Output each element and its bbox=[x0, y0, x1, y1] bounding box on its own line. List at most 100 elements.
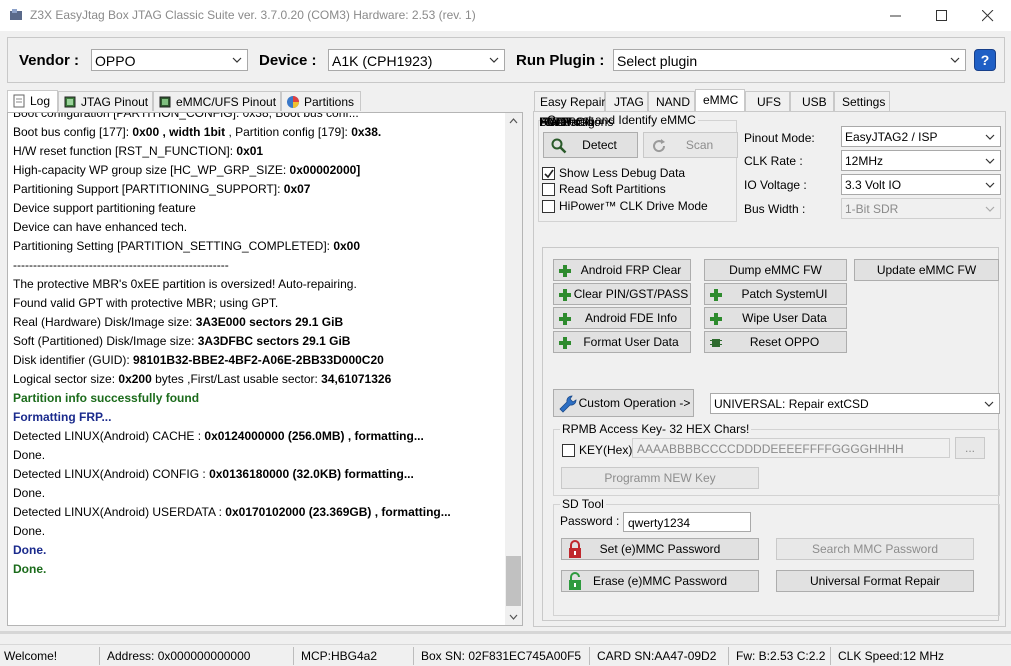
log-line-partial: Boot configuration [PARTITION_CONFIG]: 0… bbox=[13, 112, 359, 120]
tab-usb[interactable]: USB bbox=[790, 91, 834, 111]
erase-emmc-password-button[interactable]: Erase (e)MMC Password bbox=[561, 570, 759, 592]
pie-chart-icon bbox=[287, 96, 299, 108]
chevron-down-icon bbox=[985, 206, 995, 212]
format-user-data-button[interactable]: Format User Data bbox=[553, 331, 691, 353]
plugin-select[interactable]: Select plugin bbox=[613, 49, 966, 71]
log-scrollbar[interactable] bbox=[505, 113, 522, 625]
log-line: Detected LINUX(Android) USERDATA : 0x017… bbox=[13, 505, 451, 519]
update-emmc-fw-button[interactable]: Update eMMC FW bbox=[854, 259, 999, 281]
clk-rate-label: CLK Rate : bbox=[744, 154, 803, 168]
log-line: Device can have enhanced tech. bbox=[13, 220, 188, 234]
title-bar: Z3X EasyJtag Box JTAG Classic Suite ver.… bbox=[0, 0, 1011, 31]
log-line: Done. bbox=[13, 562, 47, 576]
wipe-user-data-button[interactable]: Wipe User Data bbox=[704, 307, 847, 329]
scroll-up-button[interactable] bbox=[505, 113, 522, 130]
reset-oppo-button[interactable]: Reset OPPO bbox=[704, 331, 847, 353]
log-line: Disk identifier (GUID): 98101B32-BBE2-4B… bbox=[13, 353, 384, 367]
dump-emmc-fw-button[interactable]: Dump eMMC FW bbox=[704, 259, 847, 281]
search-mmc-password-button[interactable]: Search MMC Password bbox=[776, 538, 974, 560]
program-new-key-button[interactable]: Programm NEW Key bbox=[561, 467, 759, 489]
chip-icon bbox=[64, 96, 76, 108]
chevron-down-icon bbox=[950, 57, 960, 63]
scroll-thumb[interactable] bbox=[506, 556, 521, 606]
emmc-panel: Connect and Identify eMMC Detect Scan Sh… bbox=[533, 111, 1006, 627]
rpmb-key-input[interactable]: AAAABBBBCCCCDDDDEEEEFFFFGGGGHHHH bbox=[632, 438, 950, 458]
clear-pin-button[interactable]: Clear PIN/GST/PASS bbox=[553, 283, 691, 305]
sd-tool-group-title: SD Tool bbox=[560, 497, 606, 511]
status-fw: Fw: B:2.53 C:2.2 bbox=[736, 649, 826, 663]
log-line: Partition info successfully found bbox=[13, 391, 200, 405]
io-voltage-label: IO Voltage : bbox=[744, 178, 807, 192]
custom-operation-select[interactable]: UNIVERSAL: Repair extCSD bbox=[710, 393, 1000, 414]
log-line: Boot bus config [177]: 0x00 , width 1bit… bbox=[13, 125, 382, 139]
hipower-checkbox[interactable]: HiPower™ CLK Drive Mode bbox=[542, 199, 732, 215]
pinout-mode-label: Pinout Mode: bbox=[744, 131, 815, 145]
tab-settings[interactable]: Settings bbox=[834, 91, 890, 111]
log-line: Real (Hardware) Disk/Image size: 3A3E000… bbox=[13, 315, 344, 329]
detect-button[interactable]: Detect bbox=[543, 132, 638, 158]
vendor-value: OPPO bbox=[95, 53, 136, 69]
log-line: The protective MBR's 0xEE partition is o… bbox=[13, 277, 357, 291]
chevron-down-icon bbox=[509, 614, 518, 620]
app-icon bbox=[9, 8, 23, 22]
status-bar: Welcome! Address: 0x000000000000 MCP:HBG… bbox=[0, 644, 1011, 666]
pinout-mode-select[interactable]: EasyJTAG2 / ISP bbox=[841, 126, 1001, 147]
rpmb-browse-button[interactable]: ... bbox=[955, 437, 985, 459]
rpmb-key-checkbox[interactable]: KEY(Hex) : bbox=[562, 443, 642, 459]
scroll-down-button[interactable] bbox=[505, 608, 522, 625]
patch-systemui-button[interactable]: Patch SystemUI bbox=[704, 283, 847, 305]
bus-width-label: Bus Width : bbox=[744, 202, 806, 216]
status-mcp: MCP:HBG4a2 bbox=[301, 649, 378, 663]
password-input[interactable]: qwerty1234 bbox=[623, 512, 751, 532]
tab-jtag-pinout[interactable]: JTAG Pinout bbox=[58, 91, 153, 111]
log-line: Formatting FRP... bbox=[13, 410, 112, 424]
android-fde-info-button[interactable]: Android FDE Info bbox=[553, 307, 691, 329]
tab-partitions[interactable]: Partitions bbox=[281, 91, 361, 111]
plugin-value: Select plugin bbox=[617, 53, 698, 69]
log-line: Done. bbox=[13, 486, 46, 500]
device-select[interactable]: A1K (CPH1923) bbox=[328, 49, 505, 71]
status-welcome: Welcome! bbox=[4, 649, 58, 663]
io-voltage-select[interactable]: 3.3 Volt IO bbox=[841, 174, 1001, 195]
plus-icon bbox=[710, 313, 722, 325]
log-line: Done. bbox=[13, 524, 46, 538]
tab-nand[interactable]: NAND bbox=[648, 91, 695, 111]
log-icon bbox=[13, 94, 25, 108]
tab-emmc-ufs-pinout[interactable]: eMMC/UFS Pinout bbox=[153, 91, 281, 111]
log-line: Detected LINUX(Android) CONFIG : 0x01361… bbox=[13, 467, 414, 481]
vendor-select[interactable]: OPPO bbox=[91, 49, 248, 71]
custom-operation-button[interactable]: Custom Operation -> bbox=[553, 389, 694, 417]
sd-tool-group: SD Tool bbox=[553, 497, 1000, 616]
log-line: High-capacity WP group size [HC_WP_GRP_S… bbox=[13, 163, 361, 177]
maximize-icon bbox=[936, 10, 947, 21]
tab-emmc[interactable]: eMMC bbox=[695, 89, 745, 111]
tab-log[interactable]: Log bbox=[7, 90, 58, 112]
tab-ufs[interactable]: UFS bbox=[745, 91, 790, 111]
log-line: Soft (Partitioned) Disk/Image size: 3A3D… bbox=[13, 334, 351, 348]
log-line: ----------------------------------------… bbox=[13, 258, 229, 272]
tab-jtag[interactable]: JTAG bbox=[605, 91, 648, 111]
log-line: Done. bbox=[13, 543, 47, 557]
plus-icon bbox=[559, 265, 571, 277]
chevron-down-icon bbox=[232, 57, 242, 63]
close-button[interactable] bbox=[965, 0, 1011, 31]
log-output[interactable]: Boot configuration [PARTITION_CONFIG]: 0… bbox=[7, 112, 523, 626]
help-button[interactable]: ? bbox=[974, 49, 996, 71]
scan-button[interactable]: Scan bbox=[643, 132, 738, 158]
read-soft-partitions-checkbox[interactable]: Read Soft Partitions bbox=[542, 182, 732, 198]
status-card-sn: CARD SN:AA47-09D2 bbox=[597, 649, 717, 663]
set-emmc-password-button[interactable]: Set (e)MMC Password bbox=[561, 538, 759, 560]
bus-width-select[interactable]: 1-Bit SDR bbox=[841, 198, 1001, 219]
maximize-button[interactable] bbox=[919, 0, 965, 31]
rpmb-group-title: RPMB Access Key- 32 HEX Chars! bbox=[560, 422, 752, 436]
clk-rate-select[interactable]: 12MHz bbox=[841, 150, 1001, 171]
tab-easy-repair[interactable]: Easy Repair bbox=[534, 91, 605, 111]
minimize-button[interactable] bbox=[873, 0, 919, 31]
chip-icon bbox=[710, 339, 722, 347]
universal-format-repair-button[interactable]: Universal Format Repair bbox=[776, 570, 974, 592]
android-frp-clear-button[interactable]: Android FRP Clear bbox=[553, 259, 691, 281]
status-clk-speed: CLK Speed:12 MHz bbox=[838, 649, 945, 663]
log-line: Found valid GPT with protective MBR; usi… bbox=[13, 296, 279, 310]
show-less-debug-checkbox[interactable]: Show Less Debug Data bbox=[542, 166, 732, 182]
close-icon bbox=[982, 10, 994, 22]
